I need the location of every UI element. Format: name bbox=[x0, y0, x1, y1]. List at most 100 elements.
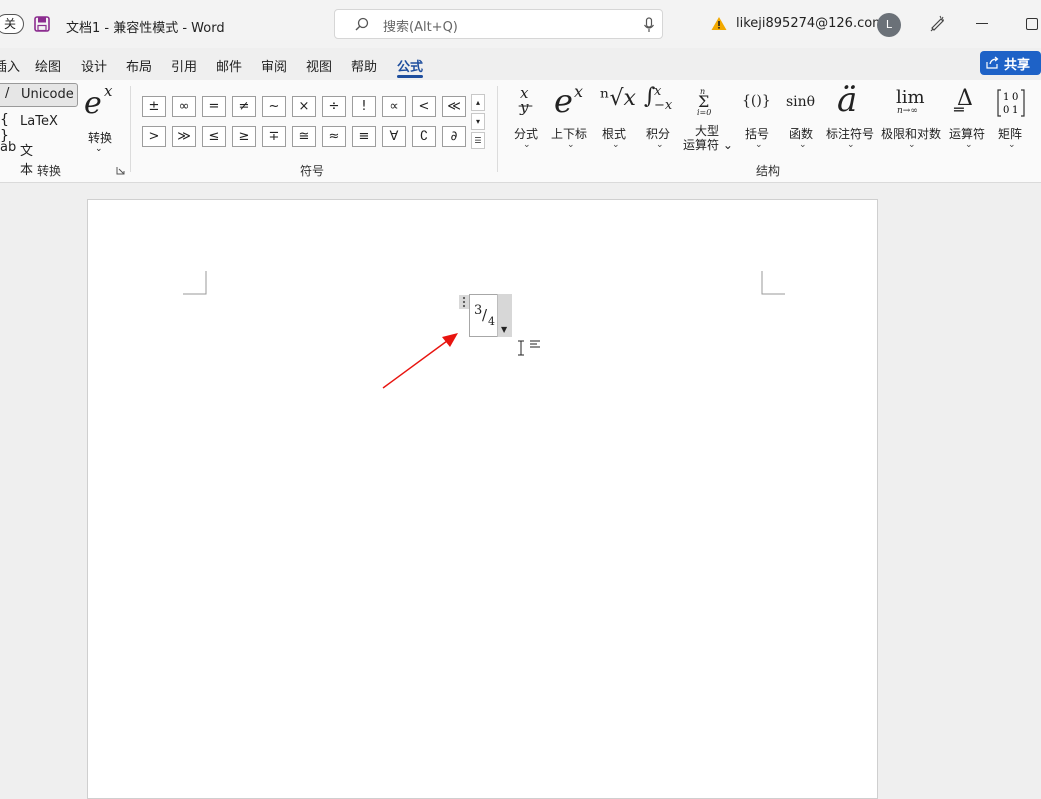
chevron-down-icon: ⌄ bbox=[755, 140, 763, 150]
pen-icon[interactable] bbox=[928, 14, 946, 32]
group-label-structures: 结构 bbox=[756, 164, 781, 178]
symbol-infinity[interactable]: ∞ bbox=[172, 96, 196, 117]
structure-accent[interactable]: ä 标注符号 ⌄ bbox=[825, 80, 875, 154]
microphone-icon[interactable] bbox=[643, 17, 655, 33]
chevron-down-icon: ⌄ bbox=[1008, 140, 1016, 150]
tab-equation[interactable]: 公式 bbox=[397, 56, 423, 75]
gallery-scroll-down[interactable]: ▾ bbox=[471, 113, 485, 130]
chevron-down-icon: ⌄ bbox=[799, 140, 807, 150]
tab-review[interactable]: 审阅 bbox=[261, 56, 287, 75]
latex-label: LaTeX bbox=[20, 114, 58, 129]
warning-icon[interactable] bbox=[711, 16, 727, 31]
gallery-scroll-up[interactable]: ▴ bbox=[471, 94, 485, 111]
tab-draw[interactable]: 绘图 bbox=[35, 56, 61, 75]
search-icon bbox=[355, 17, 369, 31]
search-box[interactable]: 搜索(Alt+Q) bbox=[334, 9, 663, 39]
accent-icon: ä bbox=[837, 80, 858, 120]
avatar[interactable]: L bbox=[877, 13, 901, 37]
integral-upper-icon: x bbox=[654, 84, 662, 99]
save-icon[interactable] bbox=[34, 16, 50, 32]
structure-radical[interactable]: ⁿ√x 根式 ⌄ bbox=[598, 84, 636, 154]
symbol-greater-than[interactable]: > bbox=[142, 126, 166, 147]
chevron-down-icon: ⌄ bbox=[523, 140, 531, 150]
symbol-proportional[interactable]: ∝ bbox=[382, 96, 406, 117]
account-name[interactable]: likeji895274@126.com bbox=[736, 16, 885, 31]
chevron-down-icon: ⌄ bbox=[847, 140, 855, 150]
text-ab-icon: ab bbox=[0, 140, 17, 155]
exponent-x-icon: x bbox=[104, 82, 113, 100]
ribbon: / Unicode { } LaTeX ab 文本 e x 转换 ⌄ 转换 ± … bbox=[0, 80, 1041, 183]
function-icon: sinθ bbox=[786, 94, 816, 110]
radical-icon: ⁿ√x bbox=[600, 86, 636, 111]
symbol-complement[interactable]: ∁ bbox=[412, 126, 436, 147]
share-label: 共享 bbox=[1004, 58, 1031, 73]
margin-corner-top-right bbox=[761, 271, 785, 295]
svg-text:1: 1 bbox=[1003, 92, 1009, 103]
tab-design[interactable]: 设计 bbox=[81, 56, 107, 75]
structure-function[interactable]: sinθ 函数 ⌄ bbox=[784, 84, 818, 154]
svg-text:1: 1 bbox=[1012, 105, 1018, 116]
tab-help[interactable]: 帮助 bbox=[351, 56, 377, 75]
chevron-down-icon: ⌄ bbox=[612, 140, 620, 150]
equation-options-button[interactable]: ▼ bbox=[497, 294, 512, 337]
structure-operator[interactable]: Δ ═ 运算符 ⌄ bbox=[948, 84, 988, 154]
fraction-denominator-icon: y bbox=[520, 98, 529, 116]
integral-lower-icon: −x bbox=[654, 98, 673, 113]
symbol-plus-minus[interactable]: ± bbox=[142, 96, 166, 117]
ribbon-tabs: 插入 绘图 设计 布局 引用 邮件 审阅 视图 帮助 公式 bbox=[0, 50, 1041, 80]
tab-insert[interactable]: 插入 bbox=[0, 56, 20, 75]
structure-fraction[interactable]: x — y 分式 ⌄ bbox=[510, 84, 542, 154]
minimize-button[interactable] bbox=[976, 23, 988, 24]
operator-bar-icon: ═ bbox=[954, 100, 964, 119]
equation-handle-icon[interactable] bbox=[459, 295, 469, 309]
chevron-down-icon: ⌄ bbox=[567, 140, 575, 150]
symbol-approx[interactable]: ≈ bbox=[322, 126, 346, 147]
equation-slash: / bbox=[482, 306, 488, 324]
tab-layout[interactable]: 布局 bbox=[126, 56, 152, 75]
unicode-button[interactable]: / Unicode bbox=[0, 83, 78, 107]
symbol-much-greater[interactable]: ≫ bbox=[172, 126, 196, 147]
tab-references[interactable]: 引用 bbox=[171, 56, 197, 75]
structure-large-operator[interactable]: n Σ i=0 大型 运算符 ⌄ bbox=[683, 84, 733, 154]
share-button[interactable]: 共享 bbox=[980, 51, 1041, 75]
tab-mailings[interactable]: 邮件 bbox=[216, 56, 242, 75]
symbol-congruent[interactable]: ≅ bbox=[292, 126, 316, 147]
symbol-equals[interactable]: = bbox=[202, 96, 226, 117]
dialog-launcher-icon[interactable] bbox=[116, 166, 125, 175]
chevron-down-icon: ⌄ bbox=[908, 140, 916, 150]
exponent-e-icon: e bbox=[84, 86, 102, 121]
symbol-much-less[interactable]: ≪ bbox=[442, 96, 466, 117]
symbol-for-all[interactable]: ∀ bbox=[382, 126, 406, 147]
symbol-times[interactable]: × bbox=[292, 96, 316, 117]
group-separator bbox=[130, 86, 131, 172]
structure-script[interactable]: e x 上下标 ⌄ bbox=[550, 82, 590, 154]
title-bar: 关 文档1 - 兼容性模式 - Word 搜索(Alt+Q) likeji895… bbox=[0, 0, 1041, 48]
structure-integral[interactable]: ∫ x −x 积分 ⌄ bbox=[642, 84, 674, 154]
symbol-partial[interactable]: ∂ bbox=[442, 126, 466, 147]
symbol-tilde[interactable]: ~ bbox=[262, 96, 286, 117]
structure-limit-log[interactable]: lim n→∞ 极限和对数 ⌄ bbox=[880, 84, 942, 154]
share-icon bbox=[986, 56, 999, 69]
autosave-toggle[interactable]: 关 bbox=[0, 14, 24, 34]
symbol-divide[interactable]: ÷ bbox=[322, 96, 346, 117]
paragraph-format-icon bbox=[530, 340, 540, 348]
ibeam-cursor-icon bbox=[518, 340, 524, 356]
maximize-button[interactable] bbox=[1026, 18, 1038, 30]
symbol-minus-plus[interactable]: ∓ bbox=[262, 126, 286, 147]
structure-matrix[interactable]: 1 0 0 1 矩阵 ⌄ bbox=[994, 84, 1028, 154]
symbol-identical[interactable]: ≡ bbox=[352, 126, 376, 147]
symbol-less-equal[interactable]: ≤ bbox=[202, 126, 226, 147]
symbol-factorial[interactable]: ! bbox=[352, 96, 376, 117]
group-separator bbox=[497, 86, 498, 172]
symbol-greater-equal[interactable]: ≥ bbox=[232, 126, 256, 147]
script-x-icon: x bbox=[574, 82, 584, 101]
symbol-less-than[interactable]: < bbox=[412, 96, 436, 117]
structure-bracket[interactable]: {()} 括号 ⌄ bbox=[742, 84, 774, 154]
document-page[interactable] bbox=[87, 199, 878, 799]
convert-button[interactable]: e x 转换 ⌄ bbox=[84, 82, 118, 154]
tab-view[interactable]: 视图 bbox=[306, 56, 332, 75]
active-tab-indicator bbox=[397, 75, 423, 78]
gallery-more[interactable]: ☰ bbox=[471, 132, 485, 149]
document-title: 文档1 - 兼容性模式 - Word bbox=[66, 21, 225, 36]
symbol-not-equal[interactable]: ≠ bbox=[232, 96, 256, 117]
